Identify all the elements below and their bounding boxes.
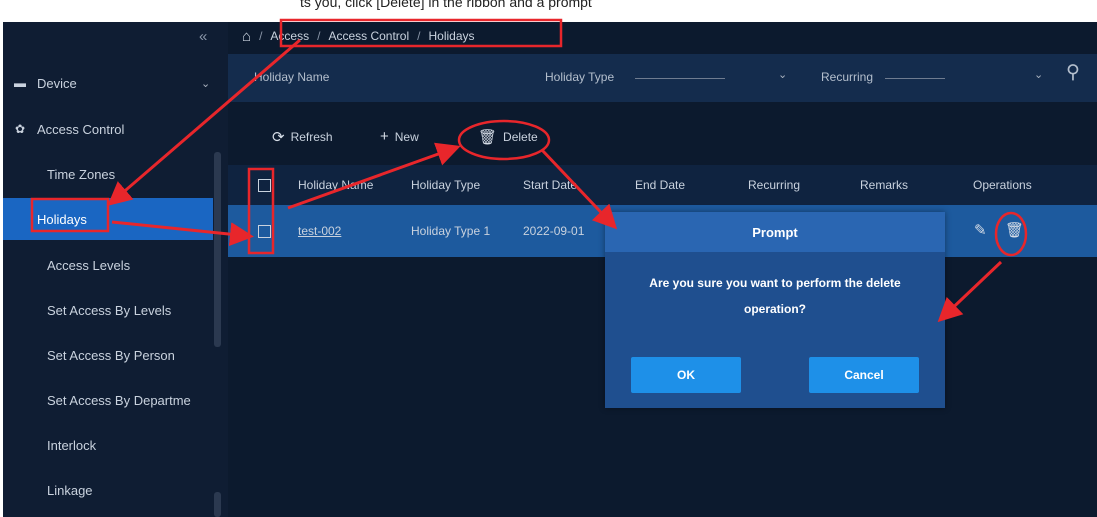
sidebar-scrollbar[interactable] bbox=[214, 152, 221, 347]
breadcrumb: ⌂ / Access / Access Control / Holidays bbox=[228, 22, 1097, 50]
select-all-checkbox[interactable] bbox=[258, 179, 271, 192]
sidebar-item-set-access-by-person[interactable]: Set Access By Person bbox=[3, 334, 213, 376]
column-header-remarks[interactable]: Remarks bbox=[860, 178, 908, 192]
sidebar-item-label: Set Access By Person bbox=[47, 347, 175, 363]
recurring-select[interactable] bbox=[885, 78, 945, 79]
sidebar-group-label: Device bbox=[37, 75, 77, 91]
filter-bar: Holiday Name Holiday Type ⌄ Recurring ⌄ … bbox=[228, 54, 1097, 102]
holiday-name-link[interactable]: test-002 bbox=[298, 224, 341, 238]
dialog-title: Prompt bbox=[752, 224, 798, 240]
breadcrumb-separator: / bbox=[417, 29, 421, 43]
top-caption: ts you, click [Delete] in the ribbon and… bbox=[0, 0, 1097, 22]
cancel-label: Cancel bbox=[844, 368, 884, 382]
sidebar-group-label: Access Control bbox=[37, 121, 125, 137]
table-header: Holiday Name Holiday Type Start Date End… bbox=[228, 165, 1097, 205]
column-header-recurring[interactable]: Recurring bbox=[748, 178, 800, 192]
breadcrumb-item-access-control[interactable]: Access Control bbox=[328, 29, 409, 43]
sidebar-scrollbar-lower[interactable] bbox=[214, 492, 221, 517]
plus-icon: + bbox=[380, 128, 389, 145]
sidebar-item-set-access-by-levels[interactable]: Set Access By Levels bbox=[3, 289, 213, 331]
top-caption-text: ts you, click [Delete] in the ribbon and… bbox=[300, 0, 592, 10]
sidebar-item-label: Holidays bbox=[37, 211, 87, 227]
sidebar-item-label: Access Levels bbox=[47, 257, 131, 273]
prompt-dialog: Prompt Are you sure you want to perform … bbox=[605, 212, 945, 408]
recurring-filter-label: Recurring bbox=[821, 70, 874, 84]
column-header-end-date[interactable]: End Date bbox=[635, 178, 685, 192]
chevron-down-icon[interactable]: ⌄ bbox=[778, 68, 787, 81]
sidebar-item-access-levels[interactable]: Access Levels bbox=[3, 244, 213, 286]
home-icon[interactable]: ⌂ bbox=[242, 28, 251, 45]
delete-label: Delete bbox=[503, 130, 538, 144]
dialog-message: Are you sure you want to perform the del… bbox=[649, 276, 901, 316]
gear-icon: ✿ bbox=[14, 122, 26, 136]
sidebar-item-set-access-by-department[interactable]: Set Access By Departme bbox=[3, 379, 213, 421]
breadcrumb-separator: / bbox=[259, 29, 263, 43]
sidebar-item-label: Time Zones bbox=[47, 166, 116, 182]
search-icon[interactable]: ⚲ bbox=[1066, 61, 1080, 84]
sidebar-item-time-zones[interactable]: Time Zones bbox=[3, 153, 213, 195]
refresh-label: Refresh bbox=[290, 130, 333, 144]
column-header-start-date[interactable]: Start Date bbox=[523, 178, 577, 192]
sidebar-item-label: Linkage bbox=[47, 482, 93, 498]
chevron-down-icon[interactable]: ⌄ bbox=[1034, 68, 1043, 81]
breadcrumb-item-access[interactable]: Access bbox=[270, 29, 309, 43]
trash-icon[interactable]: 🗑 bbox=[1005, 221, 1024, 239]
delete-button[interactable]: 🗑 Delete bbox=[478, 128, 538, 146]
row-checkbox[interactable] bbox=[258, 225, 271, 238]
double-chevron-left-icon[interactable]: « bbox=[199, 28, 207, 45]
holiday-name-filter-label: Holiday Name bbox=[254, 70, 330, 84]
new-button[interactable]: + New bbox=[380, 128, 419, 145]
holiday-type-filter-label: Holiday Type bbox=[545, 70, 615, 84]
sidebar-group-device[interactable]: ▬ Device ⌄ bbox=[3, 62, 228, 104]
ok-label: OK bbox=[677, 368, 695, 382]
sidebar-group-access-control[interactable]: ✿ Access Control bbox=[3, 108, 228, 150]
new-label: New bbox=[394, 129, 419, 144]
device-icon: ▬ bbox=[14, 76, 26, 90]
trash-icon: 🗑 bbox=[478, 129, 498, 146]
refresh-icon: ⟳ bbox=[272, 129, 285, 146]
ok-button[interactable]: OK bbox=[631, 357, 741, 393]
sidebar-item-label: Set Access By Departme bbox=[47, 392, 191, 408]
refresh-button[interactable]: ⟳ Refresh bbox=[272, 128, 333, 146]
sidebar-item-linkage[interactable]: Linkage bbox=[3, 469, 213, 511]
edit-icon[interactable]: ✎ bbox=[974, 221, 987, 239]
holiday-type-select[interactable] bbox=[635, 78, 725, 79]
sidebar-item-label: Set Access By Levels bbox=[47, 302, 172, 318]
sidebar-item-interlock[interactable]: Interlock bbox=[3, 424, 213, 466]
chevron-down-icon: ⌄ bbox=[201, 77, 211, 90]
cell-start-date: 2022-09-01 bbox=[523, 224, 585, 238]
sidebar-item-holidays[interactable]: Holidays bbox=[3, 198, 213, 240]
sidebar-item-label: Interlock bbox=[47, 437, 97, 453]
dialog-header: Prompt bbox=[605, 212, 945, 252]
cancel-button[interactable]: Cancel bbox=[809, 357, 919, 393]
app-window: « ▬ Device ⌄ ✿ Access Control Time Zones… bbox=[3, 22, 1097, 517]
toolbar: ⟳ Refresh + New 🗑 Delete bbox=[228, 118, 1097, 158]
breadcrumb-item-holidays: Holidays bbox=[428, 29, 475, 43]
cell-holiday-type: Holiday Type 1 bbox=[411, 224, 491, 238]
column-header-holiday-type[interactable]: Holiday Type bbox=[411, 178, 480, 192]
column-header-operations: Operations bbox=[973, 178, 1032, 192]
sidebar: « ▬ Device ⌄ ✿ Access Control Time Zones… bbox=[3, 22, 228, 517]
column-header-holiday-name[interactable]: Holiday Name bbox=[298, 178, 373, 192]
breadcrumb-separator: / bbox=[317, 29, 321, 43]
